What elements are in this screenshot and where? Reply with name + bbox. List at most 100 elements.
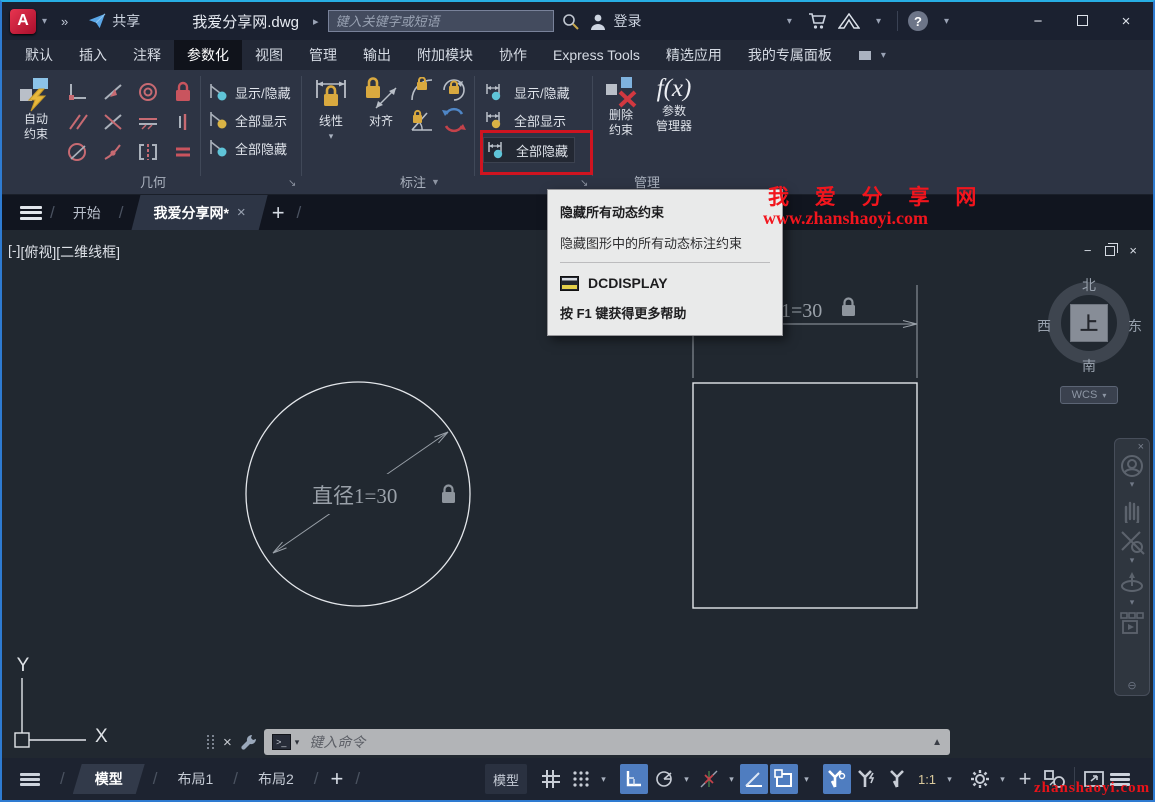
tab-default[interactable]: 默认 — [12, 40, 66, 70]
geometric-hide-all-button[interactable]: 全部隐藏 — [207, 138, 287, 158]
help-caret-icon[interactable]: ▾ — [944, 16, 949, 27]
tab-addins[interactable]: 附加模块 — [404, 40, 486, 70]
navbar-close-icon[interactable]: × — [1138, 441, 1144, 453]
maximize-button[interactable] — [1065, 13, 1099, 30]
minimize-button[interactable]: − — [1021, 13, 1055, 30]
quick-access-expand-icon[interactable]: » — [61, 14, 66, 29]
tab-my-panel[interactable]: 我的专属面板 — [735, 40, 845, 70]
scale-caret-icon[interactable]: ▾ — [943, 774, 956, 785]
osnap-caret-icon[interactable]: ▾ — [800, 774, 813, 785]
tab-view[interactable]: 视图 — [242, 40, 296, 70]
pan-hand-icon[interactable] — [1120, 497, 1144, 523]
navbar-collapse-icon[interactable]: ⊖ — [1127, 679, 1136, 692]
collinear-constraint-icon[interactable] — [99, 110, 127, 134]
fixed-constraint-icon[interactable] — [169, 80, 197, 104]
command-grip-handle[interactable] — [207, 735, 215, 749]
geometric-panel-expander-icon[interactable]: ↘ — [288, 178, 296, 189]
viewcube-east[interactable]: 东 — [1128, 316, 1142, 336]
annotation-scale-value[interactable]: 1:1 — [913, 764, 941, 794]
ortho-mode-toggle[interactable] — [620, 764, 648, 794]
grid-display-toggle[interactable] — [537, 764, 565, 794]
parallel-constraint-icon[interactable] — [64, 110, 92, 134]
command-prompt-icon[interactable]: >_ — [272, 734, 291, 750]
concentric-constraint-icon[interactable] — [134, 80, 162, 104]
parameters-manager-button[interactable]: f(x) 参数 管理器 — [648, 74, 700, 134]
drawing-restore-button[interactable] — [1105, 246, 1115, 256]
object-snap-toggle[interactable] — [770, 764, 798, 794]
orbit-caret-icon[interactable]: ▾ — [1130, 597, 1135, 607]
navigation-wheel-icon[interactable] — [1119, 453, 1145, 479]
autocad-app-icon[interactable]: A — [10, 9, 36, 34]
tab-featured-apps[interactable]: 精选应用 — [653, 40, 735, 70]
horizontal-constraint-icon[interactable] — [134, 110, 162, 134]
dim-show-hide-button[interactable]: 显示/隐藏 — [484, 82, 570, 102]
app-store-cart-icon[interactable] — [808, 12, 828, 30]
new-layout-button[interactable]: + — [331, 766, 344, 792]
layout-menu-icon[interactable] — [20, 773, 40, 786]
isodraft-toggle[interactable] — [740, 764, 768, 794]
ribbon-display-toggle[interactable]: ▾ — [859, 40, 892, 70]
autodesk-caret-icon[interactable]: ▾ — [876, 16, 881, 27]
help-search-box[interactable] — [328, 10, 554, 32]
geometric-panel-label[interactable]: 几何 — [140, 172, 166, 191]
smooth-constraint-icon[interactable] — [64, 140, 92, 164]
model-space-button[interactable]: 模型 — [485, 764, 527, 794]
viewcube-top-face[interactable]: 上 — [1070, 304, 1108, 342]
file-tab-menu-icon[interactable] — [20, 206, 42, 220]
wcs-dropdown[interactable]: WCS▾ — [1060, 386, 1118, 404]
viewcube-west[interactable]: 西 — [1037, 316, 1051, 336]
orbit-icon[interactable] — [1119, 571, 1145, 597]
coincident-constraint-icon[interactable] — [99, 140, 127, 164]
perpendicular-constraint-icon[interactable] — [64, 80, 92, 104]
snap-mode-toggle[interactable] — [567, 764, 595, 794]
tab-output[interactable]: 输出 — [350, 40, 404, 70]
equal-constraint-icon[interactable] — [169, 140, 197, 164]
zoom-extents-icon[interactable] — [1119, 529, 1145, 555]
file-tab-drawing[interactable]: 我爱分享网* × — [131, 195, 267, 230]
help-icon[interactable]: ? — [908, 11, 928, 31]
snap-caret-icon[interactable]: ▾ — [597, 774, 610, 785]
new-drawing-tab-button[interactable]: + — [272, 200, 285, 226]
angular-dimconstraint-icon[interactable] — [408, 108, 436, 132]
search-icon[interactable] — [562, 13, 579, 30]
annotation-visibility-toggle[interactable] — [823, 764, 851, 794]
share-button[interactable]: 共享 — [112, 11, 140, 31]
viewport-view-control[interactable]: [俯视] — [20, 242, 56, 262]
search-input[interactable] — [335, 14, 547, 29]
tab-manage[interactable]: 管理 — [296, 40, 350, 70]
file-tab-start[interactable]: 开始 — [63, 195, 111, 230]
radius-dimconstraint-icon[interactable] — [408, 78, 436, 102]
layout-tab-layout1[interactable]: 布局1 — [165, 764, 225, 794]
tab-annotate[interactable]: 注释 — [120, 40, 174, 70]
otrack-caret-icon[interactable]: ▾ — [725, 774, 738, 785]
annotation-autoscale-toggle[interactable] — [853, 764, 881, 794]
showmotion-icon[interactable] — [1119, 611, 1145, 635]
tab-express-tools[interactable]: Express Tools — [540, 40, 653, 70]
command-input-bar[interactable]: >_ ▾ ▲ — [264, 729, 950, 755]
viewport-visual-style-control[interactable]: [二维线框] — [56, 242, 120, 262]
auto-constrain-button[interactable]: 自动 约束 — [12, 76, 60, 142]
delete-constraints-button[interactable]: 删除 约束 — [598, 76, 644, 138]
diameter-dimconstraint-icon[interactable] — [440, 78, 468, 102]
tab-parametric[interactable]: 参数化 — [174, 40, 242, 70]
layout-tab-layout2[interactable]: 布局2 — [246, 764, 306, 794]
login-caret-icon[interactable]: ▾ — [787, 16, 792, 27]
polar-caret-icon[interactable]: ▾ — [680, 774, 693, 785]
circle-dimension-text[interactable]: 直径1=30 — [312, 484, 397, 508]
file-tab-close-icon[interactable]: × — [237, 204, 246, 221]
command-input[interactable] — [309, 734, 932, 750]
close-button[interactable]: × — [1109, 13, 1143, 30]
command-customize-wrench-icon[interactable] — [240, 733, 258, 751]
tangent-constraint-icon[interactable] — [99, 80, 127, 104]
linear-dimconstraint-button[interactable]: 线性 ▾ — [308, 76, 354, 144]
command-recent-caret-icon[interactable]: ▾ — [295, 737, 300, 748]
linear-caret-icon[interactable]: ▾ — [329, 129, 334, 144]
command-close-icon[interactable]: × — [223, 734, 232, 751]
drawing-close-button[interactable]: × — [1129, 243, 1137, 258]
aligned-dimconstraint-button[interactable]: 对齐 — [358, 76, 404, 129]
viewcube-south[interactable]: 南 — [1082, 356, 1096, 376]
login-button[interactable]: 登录 — [613, 11, 641, 31]
square-entity[interactable] — [693, 383, 917, 608]
object-snap-tracking-toggle[interactable] — [695, 764, 723, 794]
dimensional-panel-label[interactable]: 标注▼ — [400, 172, 440, 191]
